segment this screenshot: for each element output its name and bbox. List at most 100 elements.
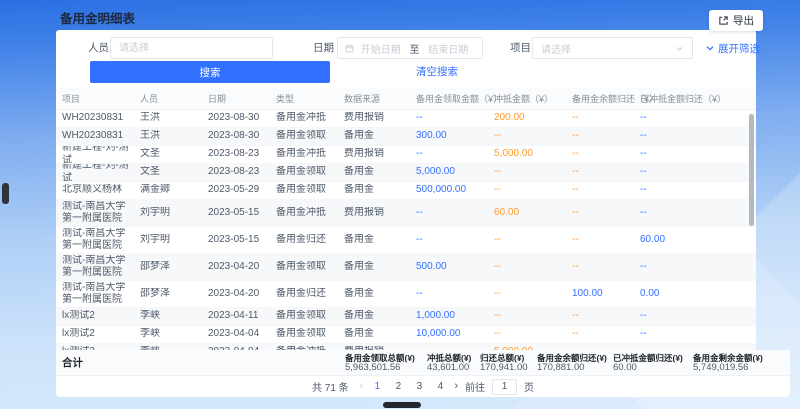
cell-offset_return: 0.00: [640, 288, 736, 301]
column-header-project: 项目: [62, 92, 140, 105]
cell-date: 2023-08-23: [208, 148, 276, 161]
cell-person: 王洪: [140, 130, 208, 143]
cell-date: 2023-05-15: [208, 207, 276, 220]
cell-date: 2023-04-04: [208, 328, 276, 341]
cell-project: 测试-南昌大学第一附属医院: [62, 228, 140, 253]
cell-person: 刘宇明: [140, 234, 208, 247]
cell-balance_return: --: [572, 328, 640, 341]
cell-source: 费用报销: [344, 112, 416, 125]
cell-date: 2023-08-30: [208, 112, 276, 125]
cell-offset_return: --: [640, 112, 736, 125]
cell-person: 李峡: [140, 310, 208, 323]
column-header-offset-return: 已冲抵金额归还（¥）: [640, 92, 736, 105]
cell-balance_return: --: [572, 310, 640, 323]
main-card: 人员 日期 开始日期 至 结束日期 项目 请选择: [56, 30, 756, 350]
pagination-page-1[interactable]: 1: [370, 379, 384, 394]
chevron-down-icon: [675, 44, 684, 53]
cell-source: 备用金: [344, 261, 416, 274]
cell-source: 备用金: [344, 288, 416, 301]
cell-project: lx测试2: [62, 328, 140, 341]
pagination-pages: 1234: [370, 379, 447, 394]
pagination-page-4[interactable]: 4: [433, 379, 447, 394]
cell-received: --: [416, 148, 494, 161]
cell-received: 5,000.00: [416, 166, 494, 179]
cell-balance_return: --: [572, 148, 640, 161]
date-start-placeholder[interactable]: 开始日期: [354, 41, 408, 56]
column-header-source: 数据来源: [344, 92, 416, 105]
summary-item: 备用金剩余金额(¥)5,749,019.56: [693, 353, 763, 374]
cell-offset_return: --: [640, 148, 736, 161]
summary-item-value: 5,963,501.56: [345, 363, 415, 374]
expand-filters-label: 展开筛选: [718, 41, 760, 56]
cell-project: lx测试2: [62, 310, 140, 323]
project-select[interactable]: 请选择: [532, 37, 693, 59]
cell-project: 测试-南昌大学第一附属医院: [62, 255, 140, 280]
cell-offset: --: [494, 261, 572, 274]
cell-project: WH20230831: [62, 130, 140, 143]
cell-source: 费用报销: [344, 207, 416, 220]
summary-item-value: 43,601.00: [427, 363, 471, 374]
cell-balance_return: --: [572, 130, 640, 143]
pagination-next-icon[interactable]: ›: [454, 379, 458, 394]
expand-filters-link[interactable]: 展开筛选: [705, 37, 760, 59]
summary-item-value: 60.00: [613, 363, 683, 374]
calendar-icon: [345, 44, 354, 53]
clear-search-link[interactable]: 清空搜索: [416, 61, 458, 83]
cell-project: 北京顺义杨林: [62, 184, 140, 197]
date-end-placeholder[interactable]: 结束日期: [422, 41, 476, 56]
cell-person: 刘宇明: [140, 207, 208, 220]
pagination-goto-input[interactable]: [492, 379, 517, 395]
pagination-page-2[interactable]: 2: [391, 379, 405, 394]
cell-source: 费用报销: [344, 148, 416, 161]
cell-person: 邵梦泽: [140, 261, 208, 274]
cell-balance_return: --: [572, 234, 640, 247]
project-select-placeholder: 请选择: [541, 41, 675, 56]
bottom-handle[interactable]: [383, 402, 421, 408]
search-button[interactable]: 搜索: [90, 61, 330, 83]
page-title: 备用金明细表: [60, 8, 135, 27]
table-body: WH20230831王洪2023-08-30备用金冲抵费用报销--200.00-…: [56, 110, 756, 350]
side-drawer-handle[interactable]: [2, 183, 9, 204]
cell-received: --: [416, 288, 494, 301]
cell-type: 备用金领取: [276, 261, 344, 274]
cell-date: 2023-04-20: [208, 261, 276, 274]
cell-person: 王洪: [140, 112, 208, 125]
cell-received: 10,000.00: [416, 328, 494, 341]
summary-item: 已冲抵金额归还(¥)60.00: [613, 353, 683, 374]
cell-balance_return: --: [572, 112, 640, 125]
cell-project: 测试-南昌大学第一附属医院: [62, 201, 140, 226]
summary-item-value: 170,881.00: [537, 363, 607, 374]
cell-offset_return: --: [640, 184, 736, 197]
cell-offset: --: [494, 310, 572, 323]
date-range-picker[interactable]: 开始日期 至 结束日期: [337, 37, 483, 59]
cell-person: 满金卿: [140, 184, 208, 197]
export-label: 导出: [733, 13, 754, 28]
person-select-input[interactable]: [110, 37, 273, 59]
cell-offset_return: --: [640, 130, 736, 143]
person-filter-label: 人员: [88, 37, 109, 59]
cell-type: 备用金领取: [276, 130, 344, 143]
pagination-prev-icon[interactable]: ‹: [360, 379, 364, 394]
export-button[interactable]: 导出: [709, 10, 763, 31]
summary-item: 冲抵总额(¥)43,601.00: [427, 353, 471, 374]
table-row: 北京顺义杨林满金卿2023-05-29备用金领取备用金500,000.00---…: [56, 182, 756, 200]
pagination: 共 71 条 ‹ 1234 › 前往 页: [56, 376, 790, 397]
table-row: 测试-南昌大学第一附属医院邵梦泽2023-04-20备用金归还备用金----10…: [56, 281, 756, 308]
cell-offset_return: --: [640, 166, 736, 179]
table-row: 新建工程-刘-测试文圣2023-08-23备用金领取备用金5,000.00---…: [56, 164, 756, 182]
cell-date: 2023-08-23: [208, 166, 276, 179]
project-filter-label: 项目: [510, 37, 531, 59]
pagination-page-3[interactable]: 3: [412, 379, 426, 394]
cell-source: 备用金: [344, 130, 416, 143]
cell-project: 测试-南昌大学第一附属医院: [62, 282, 140, 307]
summary-item: 备用金余额归还(¥)170,881.00: [537, 353, 607, 374]
table-row: WH20230831王洪2023-08-30备用金冲抵费用报销--200.00-…: [56, 110, 756, 128]
pagination-goto-label: 前往: [465, 379, 485, 394]
table-vertical-scrollbar[interactable]: [749, 114, 754, 226]
cell-type: 备用金领取: [276, 184, 344, 197]
cell-project: 新建工程-刘-测试: [62, 146, 140, 164]
cell-type: 备用金归还: [276, 288, 344, 301]
column-header-type: 类型: [276, 92, 344, 105]
cell-source: 备用金: [344, 234, 416, 247]
table-header: 项目 人员 日期 类型 数据来源 备用金领取金额（¥） 冲抵金额（¥） 备用金余…: [56, 88, 756, 110]
